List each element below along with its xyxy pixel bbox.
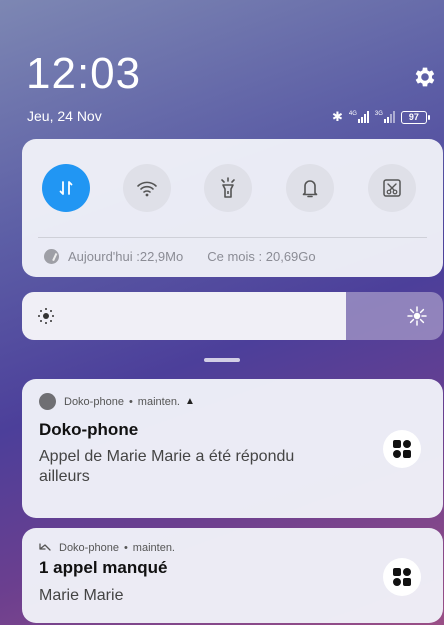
signal-1-icon: 4G [349,111,369,123]
screenshot-toggle[interactable] [368,164,416,212]
brightness-low-icon [38,308,54,324]
notification-app-name: Doko-phone [59,542,119,554]
doko-logo-icon [383,430,421,468]
notification-body: Appel de Marie Marie a été répondu aille… [39,448,295,485]
bell-icon [302,180,318,198]
wifi-toggle[interactable] [123,164,171,212]
battery-icon: 97 [400,110,430,124]
brightness-slider[interactable] [22,292,443,340]
brightness-high-icon [407,306,427,326]
scissors-icon [383,179,401,197]
data-arrows-icon [59,181,73,195]
signal-2-icon: 3G [375,111,395,123]
flashlight-icon [221,177,235,198]
notification-time: mainten. [132,542,175,554]
quick-settings-panel: Aujourd'hui :22,9Mo Ce mois : 20,69Go [22,139,443,277]
brightness-fill [22,292,347,340]
notification-title: 1 appel manqué [39,558,168,577]
data-usage[interactable]: Aujourd'hui :22,9Mo Ce mois : 20,69Go [44,249,316,264]
usage-month: Ce mois : 20,69Go [207,249,316,264]
usage-today: Aujourd'hui :22,9Mo [68,249,184,264]
status-area: 12:03 Jeu, 24 Nov ✱ 4G 3G 97 [0,0,444,140]
divider [38,237,427,238]
notification-card[interactable]: Doko-phone • mainten. ▲ Doko-phone Appel… [22,379,443,518]
doko-logo-icon [383,558,421,596]
notification-time: mainten. [137,395,180,408]
notification-card[interactable]: Doko-phone • mainten. 1 appel manqué Mar… [22,528,443,623]
notification-header: Doko-phone • mainten. [39,542,175,554]
shade-handle[interactable] [204,358,240,362]
mobile-data-toggle[interactable] [42,164,90,212]
data-usage-icon [44,249,59,264]
chevron-up-icon[interactable]: ▲ [185,396,195,407]
date: Jeu, 24 Nov [27,108,102,124]
bluetooth-icon: ✱ [332,109,343,124]
clock: 12:03 [26,49,142,98]
notification-app-name: Doko-phone [64,395,124,408]
notification-body: Marie Marie [39,587,124,604]
missed-call-icon [39,543,51,551]
status-icons: ✱ 4G 3G 97 [332,109,430,125]
notification-header: Doko-phone • mainten. ▲ [39,393,195,410]
notification-title: Doko-phone [39,420,139,439]
flashlight-toggle[interactable] [204,164,252,212]
wifi-icon [137,181,157,197]
gear-icon[interactable] [412,64,438,90]
sound-toggle[interactable] [286,164,334,212]
app-icon [39,393,56,410]
